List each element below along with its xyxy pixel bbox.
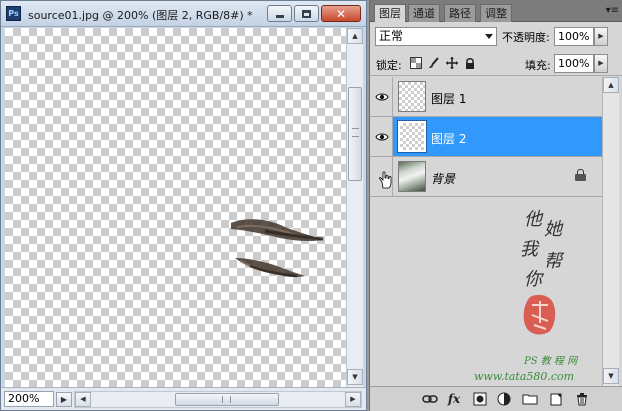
- watermark-site-name: PS 教 程 网: [524, 356, 578, 367]
- play-icon: ▶: [60, 395, 68, 404]
- document-titlebar[interactable]: Ps source01.jpg @ 200% (图层 2, RGB/8#) * …: [1, 1, 366, 27]
- link-layers-button[interactable]: [422, 391, 438, 407]
- blend-mode-select[interactable]: 正常: [375, 27, 497, 46]
- tab-paths[interactable]: 路径: [444, 4, 476, 22]
- layer-thumbnail: [398, 81, 426, 112]
- watermark-char: 她: [544, 219, 562, 240]
- layer-thumbnail: [397, 120, 427, 153]
- visibility-cell[interactable]: [370, 117, 393, 156]
- layer-name[interactable]: 背景: [431, 170, 455, 187]
- scroll-left-button[interactable]: ◀: [75, 392, 91, 407]
- lock-fill-row: 锁定: 填充: 100% ▶: [370, 51, 622, 76]
- close-icon: ✕: [335, 6, 347, 21]
- layers-panel-toolbar: fx: [370, 386, 622, 411]
- lock-all-icon[interactable]: [464, 57, 476, 69]
- horizontal-scroll-thumb[interactable]: [175, 393, 279, 406]
- layer-name[interactable]: 图层 1: [431, 90, 466, 107]
- new-group-button[interactable]: [522, 391, 538, 407]
- photoshop-workspace: Ps source01.jpg @ 200% (图层 2, RGB/8#) * …: [0, 0, 622, 411]
- fx-icon: fx: [447, 392, 461, 406]
- arrow-right-icon: ▶: [598, 59, 604, 67]
- link-icon: [422, 395, 438, 403]
- arrow-right-icon: ▶: [598, 32, 604, 40]
- panel-tab-bar: 图层 通道 路径 调整 ▾≡: [370, 0, 622, 22]
- watermark-char: 你: [524, 269, 542, 290]
- visibility-cell[interactable]: [370, 77, 393, 116]
- tab-layers[interactable]: 图层: [374, 4, 406, 22]
- lock-icon: [575, 169, 586, 181]
- add-mask-button[interactable]: [472, 391, 488, 407]
- arrow-up-icon: ▲: [352, 32, 358, 40]
- arrow-down-icon: ▼: [352, 373, 358, 381]
- lower-eyebrow-shape: [235, 258, 305, 278]
- tab-adjustments[interactable]: 调整: [480, 4, 512, 22]
- status-menu-button[interactable]: ▶: [56, 392, 72, 407]
- tab-channels[interactable]: 通道: [408, 4, 440, 22]
- maximize-button[interactable]: [294, 5, 319, 22]
- minimize-icon: [275, 15, 284, 18]
- watermark-site-url: www.tata580.com: [474, 370, 575, 383]
- delete-layer-button[interactable]: [574, 391, 590, 407]
- watermark: 他 她 我 帮 你 PS 教 程 网 www.tata580.com: [474, 205, 618, 385]
- maximize-icon: [302, 9, 311, 18]
- eye-icon[interactable]: [375, 132, 389, 142]
- document-canvas[interactable]: [5, 28, 346, 387]
- layer-name[interactable]: 图层 2: [431, 130, 466, 147]
- scroll-right-button[interactable]: ▶: [345, 392, 361, 407]
- zoom-level-field[interactable]: 200%: [4, 391, 54, 407]
- scroll-up-button[interactable]: ▲: [603, 77, 619, 93]
- layer-row-2[interactable]: 图层 2: [370, 117, 602, 157]
- minimize-button[interactable]: [267, 5, 292, 22]
- mask-icon: [473, 392, 487, 406]
- grip-icon: [222, 396, 231, 403]
- lock-label: 锁定:: [376, 59, 402, 72]
- window-controls: ✕: [267, 5, 361, 22]
- watermark-char: 帮: [544, 251, 562, 272]
- scroll-down-button[interactable]: ▼: [347, 369, 363, 385]
- layer-thumbnail: [398, 161, 426, 192]
- arrow-right-icon: ▶: [350, 395, 356, 403]
- opacity-input[interactable]: 100%: [554, 27, 594, 46]
- layer-row-1[interactable]: 图层 1: [370, 77, 602, 117]
- lock-pixels-brush-icon[interactable]: [428, 57, 440, 69]
- document-title: source01.jpg @ 200% (图层 2, RGB/8#) *: [28, 9, 253, 22]
- arrow-left-icon: ◀: [80, 395, 86, 403]
- vertical-scrollbar[interactable]: ▲ ▼: [346, 28, 363, 387]
- photoshop-app-icon: Ps: [6, 6, 21, 21]
- status-bar: 200% ▶ ◀ ▶: [1, 387, 366, 410]
- hand-cursor-icon: [379, 171, 392, 189]
- watermark-char: 我: [520, 239, 538, 260]
- new-layer-button[interactable]: [548, 391, 564, 407]
- trash-icon: [577, 393, 587, 406]
- panel-menu-icon[interactable]: ▾≡: [606, 5, 619, 16]
- dropdown-arrow-icon: [485, 34, 493, 39]
- grip-icon: [352, 128, 359, 137]
- document-window: Ps source01.jpg @ 200% (图层 2, RGB/8#) * …: [0, 0, 367, 411]
- folder-icon: [522, 394, 538, 405]
- new-layer-icon: [550, 393, 562, 406]
- red-seal-stamp: [523, 294, 556, 335]
- close-button[interactable]: ✕: [321, 5, 361, 22]
- fill-slider-button[interactable]: ▶: [594, 54, 608, 73]
- horizontal-scrollbar[interactable]: ◀ ▶: [74, 391, 362, 408]
- scroll-up-button[interactable]: ▲: [347, 28, 363, 44]
- watermark-char: 他: [524, 209, 542, 230]
- eyebrow-strokes: [231, 219, 324, 278]
- blend-opacity-row: 正常 不透明度: 100% ▶: [370, 23, 622, 51]
- lock-position-move-icon[interactable]: [446, 57, 458, 69]
- lock-transparency-icon[interactable]: [410, 57, 422, 69]
- adjustment-layer-button[interactable]: [496, 391, 512, 407]
- layer-row-background[interactable]: 背景: [370, 157, 602, 197]
- opacity-label: 不透明度:: [502, 31, 550, 44]
- fill-label: 填充:: [525, 59, 551, 72]
- eye-icon[interactable]: [375, 92, 389, 102]
- fill-input[interactable]: 100%: [554, 54, 594, 73]
- layer-style-button[interactable]: fx: [446, 391, 462, 407]
- blend-mode-value: 正常: [379, 29, 404, 43]
- vertical-scroll-thumb[interactable]: [348, 87, 362, 181]
- arrow-up-icon: ▲: [608, 81, 614, 89]
- adjustment-icon: [497, 392, 511, 406]
- opacity-slider-button[interactable]: ▶: [594, 27, 608, 46]
